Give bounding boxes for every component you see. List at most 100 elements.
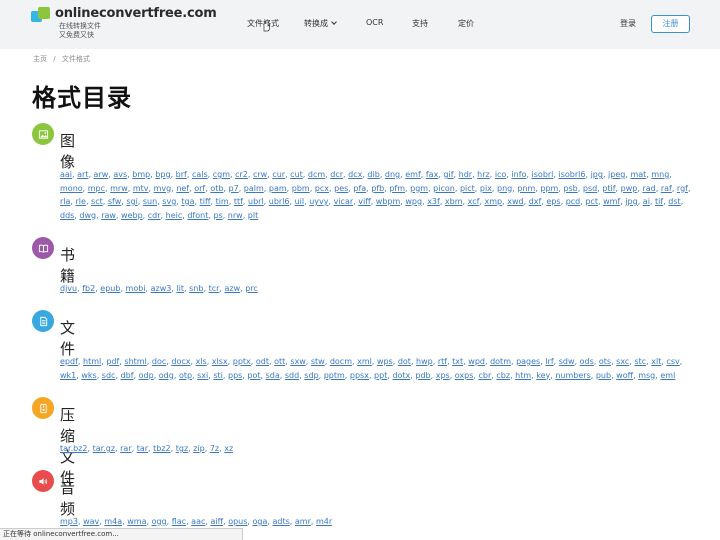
format-link[interactable]: sdp — [304, 371, 318, 380]
format-link[interactable]: cgm — [213, 170, 230, 179]
format-link[interactable]: csv — [666, 357, 679, 366]
format-link[interactable]: sdd — [285, 371, 299, 380]
format-link[interactable]: tga — [181, 197, 194, 206]
format-link[interactable]: tar — [137, 444, 148, 453]
format-link[interactable]: uil — [295, 197, 305, 206]
format-link[interactable]: mvg — [154, 184, 172, 193]
format-link[interactable]: mrw — [110, 184, 128, 193]
format-link[interactable]: raw — [101, 211, 116, 220]
format-link[interactable]: hwp — [416, 357, 433, 366]
format-link[interactable]: doc — [152, 357, 166, 366]
format-link[interactable]: mat — [630, 170, 646, 179]
breadcrumb-home[interactable]: 主页 — [33, 55, 47, 63]
format-link[interactable]: uyvy — [309, 197, 328, 206]
format-link[interactable]: psb — [563, 184, 577, 193]
format-link[interactable]: ptif — [602, 184, 615, 193]
register-button[interactable]: 注册 — [651, 15, 690, 33]
format-link[interactable]: rla — [60, 197, 70, 206]
format-link[interactable]: mono — [60, 184, 83, 193]
format-link[interactable]: tar.bz2 — [60, 444, 88, 453]
format-link[interactable]: heic — [166, 211, 183, 220]
format-link[interactable]: rtf — [438, 357, 447, 366]
format-link[interactable]: sun — [143, 197, 157, 206]
format-link[interactable]: wpg — [405, 197, 422, 206]
format-link[interactable]: sxw — [290, 357, 305, 366]
format-link[interactable]: lrf — [545, 357, 553, 366]
format-link[interactable]: odp — [139, 371, 154, 380]
format-link[interactable]: opus — [228, 517, 247, 526]
format-link[interactable]: flac — [172, 517, 186, 526]
format-link[interactable]: pct — [585, 197, 598, 206]
format-link[interactable]: docx — [171, 357, 190, 366]
format-link[interactable]: rad — [642, 184, 655, 193]
format-link[interactable]: dds — [60, 211, 74, 220]
format-link[interactable]: ico — [495, 170, 507, 179]
format-link[interactable]: cur — [272, 170, 285, 179]
format-link[interactable]: oxps — [455, 371, 474, 380]
format-link[interactable]: wps — [377, 357, 393, 366]
format-link[interactable]: docm — [330, 357, 352, 366]
format-link[interactable]: viff — [358, 197, 370, 206]
format-link[interactable]: ods — [580, 357, 594, 366]
format-link[interactable]: prc — [245, 284, 258, 293]
format-link[interactable]: png — [497, 184, 512, 193]
format-link[interactable]: pot — [247, 371, 260, 380]
format-link[interactable]: pwp — [621, 184, 638, 193]
format-link[interactable]: sfw — [108, 197, 121, 206]
format-link[interactable]: arw — [94, 170, 109, 179]
format-link[interactable]: eml — [660, 371, 675, 380]
format-link[interactable]: isobrl6 — [559, 170, 586, 179]
nav-ocr[interactable]: OCR — [366, 18, 383, 27]
format-link[interactable]: txt — [452, 357, 463, 366]
format-link[interactable]: dfont — [187, 211, 208, 220]
format-link[interactable]: ttf — [234, 197, 243, 206]
format-link[interactable]: ots — [599, 357, 611, 366]
nav-convert-to[interactable]: 转换成 — [304, 18, 337, 29]
format-link[interactable]: jpg — [625, 197, 637, 206]
format-link[interactable]: dotm — [490, 357, 511, 366]
format-link[interactable]: otb — [210, 184, 223, 193]
format-link[interactable]: sda — [266, 371, 280, 380]
format-link[interactable]: pptm — [324, 371, 345, 380]
format-link[interactable]: wav — [83, 517, 99, 526]
format-link[interactable]: ai — [643, 197, 650, 206]
format-link[interactable]: eps — [546, 197, 560, 206]
format-link[interactable]: emf — [405, 170, 421, 179]
format-link[interactable]: brf — [176, 170, 187, 179]
format-link[interactable]: azw3 — [151, 284, 172, 293]
format-link[interactable]: wmf — [603, 197, 620, 206]
format-link[interactable]: dcx — [348, 170, 362, 179]
format-link[interactable]: odt — [256, 357, 269, 366]
format-link[interactable]: tcr — [209, 284, 220, 293]
format-link[interactable]: fax — [426, 170, 438, 179]
format-link[interactable]: sdc — [102, 371, 116, 380]
format-link[interactable]: rgf — [677, 184, 688, 193]
format-link[interactable]: dcm — [308, 170, 325, 179]
format-link[interactable]: pfb — [371, 184, 384, 193]
login-link[interactable]: 登录 — [620, 18, 636, 29]
format-link[interactable]: shtml — [124, 357, 146, 366]
format-link[interactable]: mp3 — [60, 517, 78, 526]
format-link[interactable]: svg — [162, 197, 176, 206]
format-link[interactable]: odg — [159, 371, 174, 380]
format-link[interactable]: djvu — [60, 284, 77, 293]
format-link[interactable]: pgm — [410, 184, 428, 193]
format-link[interactable]: key — [536, 371, 550, 380]
format-link[interactable]: ubrl6 — [269, 197, 290, 206]
format-link[interactable]: zip — [193, 444, 205, 453]
format-link[interactable]: otp — [179, 371, 192, 380]
format-link[interactable]: dot — [398, 357, 411, 366]
format-link[interactable]: pix — [480, 184, 492, 193]
format-link[interactable]: cals — [192, 170, 208, 179]
format-link[interactable]: 7z — [210, 444, 219, 453]
format-link[interactable]: pcx — [315, 184, 329, 193]
format-link[interactable]: sxc — [616, 357, 629, 366]
format-link[interactable]: bmp — [132, 170, 150, 179]
format-link[interactable]: tbz2 — [153, 444, 171, 453]
format-link[interactable]: rar — [120, 444, 131, 453]
format-link[interactable]: sti — [213, 371, 223, 380]
format-link[interactable]: cut — [290, 170, 303, 179]
format-link[interactable]: aiff — [210, 517, 223, 526]
format-link[interactable]: dng — [385, 170, 400, 179]
format-link[interactable]: aai — [60, 170, 72, 179]
